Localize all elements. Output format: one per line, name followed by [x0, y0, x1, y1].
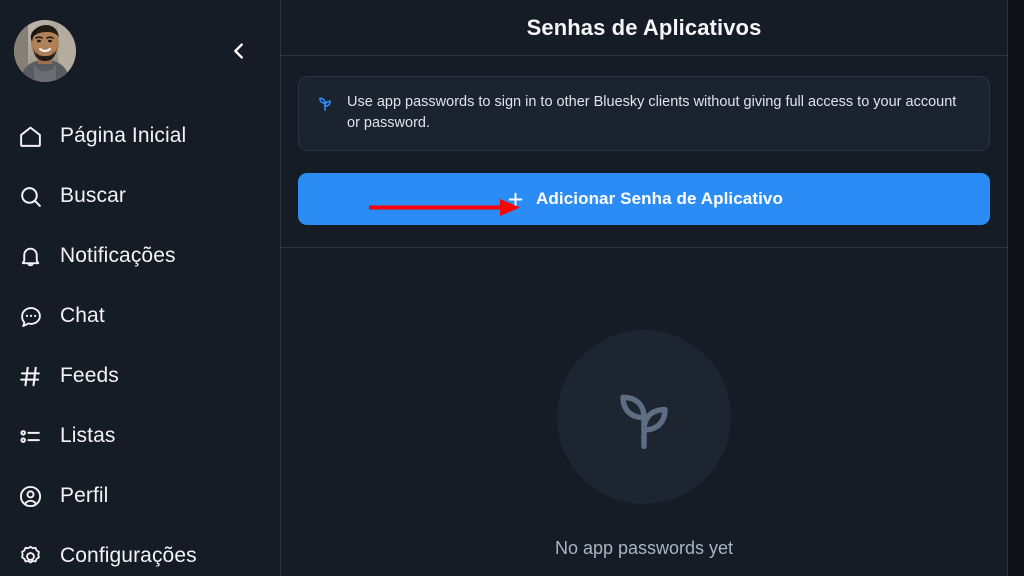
bell-icon: [16, 242, 44, 270]
sidebar-item-label: Página Inicial: [60, 124, 187, 147]
sidebar-item-label: Buscar: [60, 184, 126, 207]
home-icon: [16, 122, 44, 150]
avatar[interactable]: [14, 20, 76, 82]
app-passwords-section: Use app passwords to sign in to other Bl…: [281, 56, 1007, 248]
sidebar-item-settings[interactable]: Configurações: [0, 526, 280, 576]
sidebar-nav: Página Inicial Buscar Notificações Chat …: [0, 106, 280, 576]
main-content: Senhas de Aplicativos Use app passwords …: [280, 0, 1024, 576]
sidebar-item-label: Chat: [60, 304, 105, 327]
add-app-password-label: Adicionar Senha de Aplicativo: [536, 189, 783, 208]
hash-icon: [16, 362, 44, 390]
plus-icon: [505, 189, 525, 209]
sidebar-item-search[interactable]: Buscar: [0, 166, 280, 226]
list-icon: [16, 422, 44, 450]
gear-icon: [16, 542, 44, 570]
sidebar-item-lists[interactable]: Listas: [0, 406, 280, 466]
sidebar-item-home[interactable]: Página Inicial: [0, 106, 280, 166]
bluesky-sprout-icon: [316, 94, 334, 112]
page-title: Senhas de Aplicativos: [526, 14, 762, 40]
app-root: Página Inicial Buscar Notificações Chat …: [0, 0, 1024, 576]
empty-state-illustration: [557, 330, 731, 504]
sidebar-item-profile[interactable]: Perfil: [0, 466, 280, 526]
sidebar-header: [0, 14, 280, 94]
sidebar-item-chat[interactable]: Chat: [0, 286, 280, 346]
sidebar-item-label: Notificações: [60, 244, 176, 267]
bluesky-sprout-icon: [620, 394, 668, 449]
empty-state-label: No app passwords yet: [554, 538, 734, 558]
search-icon: [16, 182, 44, 210]
sidebar-item-notifications[interactable]: Notificações: [0, 226, 280, 286]
user-circle-icon: [16, 482, 44, 510]
chevron-left-icon: [234, 43, 243, 59]
empty-state: No app passwords yet: [281, 262, 1007, 576]
sidebar: Página Inicial Buscar Notificações Chat …: [0, 0, 280, 576]
page-header: Senhas de Aplicativos: [281, 0, 1007, 56]
sidebar-item-label: Configurações: [60, 544, 197, 567]
sidebar-item-feeds[interactable]: Feeds: [0, 346, 280, 406]
sidebar-item-label: Listas: [60, 424, 116, 447]
content-column: Senhas de Aplicativos Use app passwords …: [280, 0, 1008, 576]
info-banner-text: Use app passwords to sign in to other Bl…: [347, 94, 957, 131]
chat-bubble-icon: [16, 302, 44, 330]
sidebar-collapse-button[interactable]: [222, 34, 256, 68]
add-app-password-button[interactable]: Adicionar Senha de Aplicativo: [298, 173, 990, 225]
sidebar-item-label: Feeds: [60, 364, 119, 387]
info-banner: Use app passwords to sign in to other Bl…: [298, 76, 990, 151]
sidebar-item-label: Perfil: [60, 484, 109, 507]
